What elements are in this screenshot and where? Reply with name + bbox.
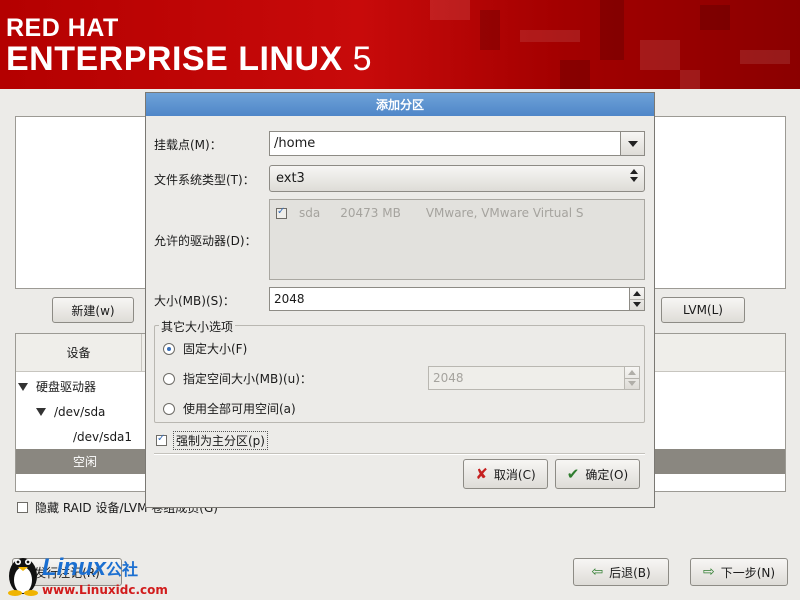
hide-raid-checkbox[interactable] xyxy=(17,502,28,513)
brand-version: 5 xyxy=(352,40,373,78)
mount-point-combo[interactable]: /home xyxy=(269,131,645,156)
next-button[interactable]: ⇨ 下一步(N) xyxy=(690,558,788,586)
watermark-logo: Linux公社 www.Linuxidc.com xyxy=(2,548,202,600)
brand-line2: ENTERPRISE LINUX 5 xyxy=(6,40,372,79)
force-primary-checkbox[interactable] xyxy=(156,433,167,446)
expander-icon[interactable] xyxy=(18,382,28,391)
fs-type-value: ext3 xyxy=(276,171,305,186)
fill-to-spin-buttons[interactable] xyxy=(624,367,639,389)
fill-to-value: 2048 xyxy=(433,371,464,385)
drive-model: VMware, VMware Virtual S xyxy=(425,206,584,220)
watermark-suffix: 公社 xyxy=(106,562,139,579)
size-value: 2048 xyxy=(274,292,305,306)
mount-point-value: /home xyxy=(274,136,316,151)
other-size-options-legend: 其它大小选项 xyxy=(159,318,236,335)
column-header-device-label: 设备 xyxy=(66,346,91,360)
radio-fixed[interactable] xyxy=(163,342,175,355)
drive-checkbox[interactable] xyxy=(276,206,287,219)
next-label: 下一步(N) xyxy=(720,565,776,580)
cancel-icon: ✘ xyxy=(475,465,488,483)
fill-to-spinner[interactable]: 2048 xyxy=(428,366,640,390)
size-spinner[interactable]: 2048 xyxy=(269,287,645,311)
watermark-brand: Linux公社 xyxy=(42,554,138,582)
dialog-divider xyxy=(154,453,645,455)
radio-fill-to[interactable] xyxy=(163,372,175,385)
back-arrow-icon: ⇦ xyxy=(591,564,604,580)
radio-fixed-row[interactable]: 固定大小(F) xyxy=(163,340,247,357)
tree-label: 空闲 xyxy=(73,455,98,469)
other-size-options-frame: 其它大小选项 固定大小(F) 指定空间大小(MB)(u)： 2048 使用全部可… xyxy=(154,318,645,423)
next-arrow-icon: ⇨ xyxy=(702,564,715,580)
mount-point-label: 挂载点(M)： xyxy=(154,138,222,152)
chevron-down-icon xyxy=(627,140,638,147)
spin-down-icon[interactable] xyxy=(630,298,644,311)
tree-label: 硬盘驱动器 xyxy=(36,380,97,394)
tree-label: /dev/sda xyxy=(54,404,106,419)
new-partition-label: 新建(w) xyxy=(71,303,115,318)
column-header-device[interactable]: 设备 xyxy=(16,334,142,372)
brand-line1: RED HAT xyxy=(6,14,119,42)
add-partition-dialog: 添加分区 挂载点(M)： /home 文件系统类型(T)： ext3 允许的驱动… xyxy=(145,92,655,508)
size-label: 大小(MB)(S)： xyxy=(154,294,235,308)
lvm-button[interactable]: LVM(L) xyxy=(661,297,745,323)
radio-fill-all-label: 使用全部可用空间(a) xyxy=(183,402,296,416)
radio-fill-all[interactable] xyxy=(163,402,175,415)
watermark-brand-text: Linux xyxy=(42,554,106,581)
dialog-title: 添加分区 xyxy=(375,98,424,112)
ok-button[interactable]: ✔ 确定(O) xyxy=(555,459,640,489)
radio-fill-to-label: 指定空间大小(MB)(u)： xyxy=(183,372,312,386)
spin-up-icon[interactable] xyxy=(625,367,639,378)
fs-type-select[interactable]: ext3 xyxy=(269,165,645,192)
force-primary-row[interactable]: 强制为主分区(p) xyxy=(156,431,268,450)
force-primary-label: 强制为主分区(p) xyxy=(173,431,268,450)
header-banner: RED HAT ENTERPRISE LINUX 5 xyxy=(0,0,800,89)
radio-fill-to-row[interactable]: 指定空间大小(MB)(u)： xyxy=(163,370,312,387)
dialog-titlebar[interactable]: 添加分区 xyxy=(146,93,654,116)
drive-size: 20473 MB xyxy=(340,206,401,220)
tux-icon xyxy=(6,550,40,596)
allowed-drives-list[interactable]: sda 20473 MB VMware, VMware Virtual S xyxy=(269,199,645,280)
tree-label: /dev/sda1 xyxy=(73,429,133,444)
drive-row-sda[interactable]: sda 20473 MB VMware, VMware Virtual S xyxy=(276,206,583,220)
ok-icon: ✔ xyxy=(566,465,580,483)
back-button[interactable]: ⇦ 后退(B) xyxy=(573,558,669,586)
ok-label: 确定(O) xyxy=(585,467,629,482)
back-label: 后退(B) xyxy=(609,565,651,580)
mount-point-dropdown-button[interactable] xyxy=(620,132,644,155)
cancel-label: 取消(C) xyxy=(493,467,536,482)
radio-fill-all-row[interactable]: 使用全部可用空间(a) xyxy=(163,400,296,417)
watermark-url: www.Linuxidc.com xyxy=(42,583,168,597)
allowed-drives-label: 允许的驱动器(D)： xyxy=(154,234,257,248)
size-spin-buttons[interactable] xyxy=(629,288,644,310)
lvm-label: LVM(L) xyxy=(683,303,723,317)
drive-name: sda xyxy=(299,206,321,220)
new-partition-button[interactable]: 新建(w) xyxy=(52,297,134,323)
radio-fixed-label: 固定大小(F) xyxy=(183,342,248,356)
expander-icon[interactable] xyxy=(36,407,46,416)
cancel-button[interactable]: ✘ 取消(C) xyxy=(463,459,548,489)
fs-type-label: 文件系统类型(T)： xyxy=(154,173,255,187)
updown-icon xyxy=(630,169,638,182)
spin-up-icon[interactable] xyxy=(630,288,644,299)
spin-down-icon[interactable] xyxy=(625,377,639,390)
brand-product: ENTERPRISE LINUX xyxy=(6,40,343,78)
